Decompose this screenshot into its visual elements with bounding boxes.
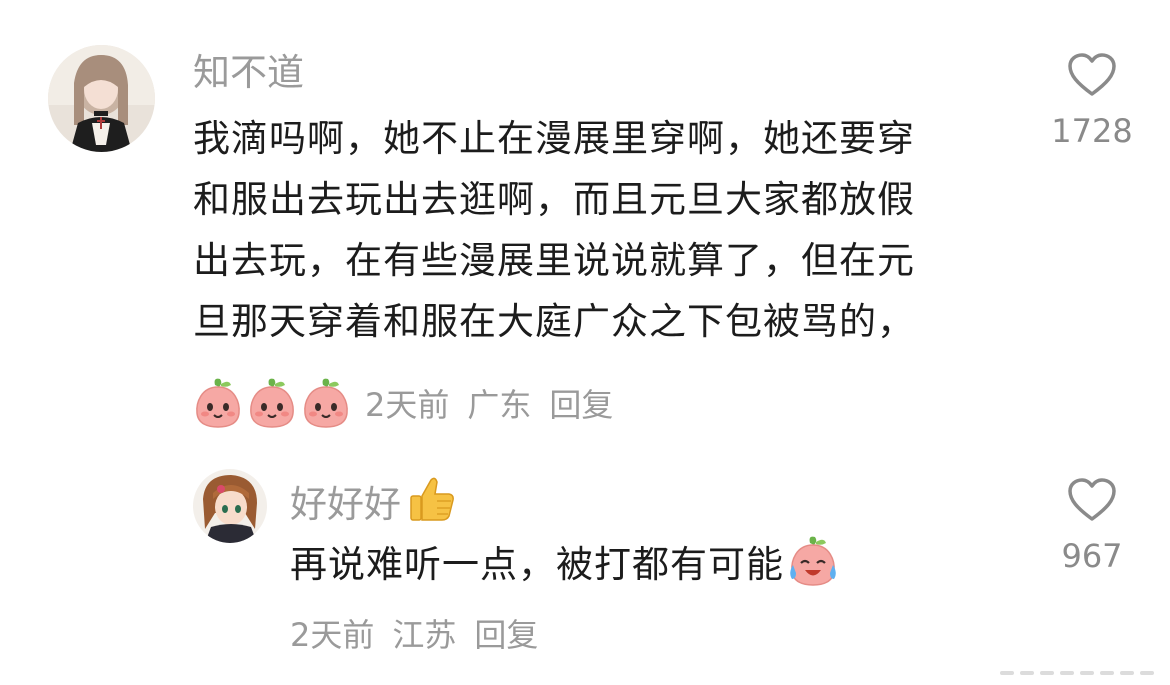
username[interactable]: 好好好	[290, 474, 457, 535]
comment-line: 和服出去玩出去逛啊，而且元旦大家都放假	[193, 178, 915, 221]
avatar[interactable]	[48, 45, 155, 152]
comment-content: 我滴吗啊，她不止在漫展里穿啊，她还要穿 和服出去玩出去逛啊，而且元旦大家都放假 …	[193, 108, 915, 352]
username[interactable]: 知不道	[193, 50, 304, 96]
like-count: 1728	[1051, 112, 1133, 150]
comment-line: 旦那天穿着和服在大庭广众之下包被骂的，	[193, 300, 915, 343]
reply-button[interactable]: 回复	[549, 380, 613, 426]
comment-meta: 2天前 广东 回复	[193, 375, 631, 431]
like-count: 967	[1061, 537, 1123, 575]
comment-time: 2天前	[290, 616, 375, 654]
like-button[interactable]: 1728	[1050, 52, 1134, 150]
comment-line: 出去玩，在有些漫展里说说就算了，但在元	[193, 239, 915, 282]
comment-text: 再说难听一点，被打都有可能	[290, 543, 784, 586]
comment-location: 广东	[467, 386, 532, 424]
heart-outline-icon	[1050, 52, 1134, 98]
like-button[interactable]: 967	[1050, 477, 1134, 575]
watermark-dots	[1000, 671, 1154, 675]
peach-face-icon	[247, 377, 297, 429]
username-text: 好好好	[290, 482, 401, 526]
comment-line: 我滴吗啊，她不止在漫展里穿啊，她还要穿	[193, 117, 915, 160]
peach-face-icon	[301, 377, 351, 429]
comment-content: 再说难听一点，被打都有可能	[290, 534, 840, 605]
peach-crying-laughing-icon	[786, 535, 840, 605]
thumbs-up-icon	[407, 474, 457, 535]
comment-meta: 2天前 江苏 回复	[290, 610, 556, 656]
comment-line: 再说难听一点，被打都有可能	[290, 534, 840, 605]
comment-location: 江苏	[392, 616, 457, 654]
peach-face-icon	[193, 377, 243, 429]
avatar[interactable]	[193, 469, 267, 543]
comment-time: 2天前	[365, 386, 450, 424]
heart-outline-icon	[1050, 477, 1134, 523]
reply-button[interactable]: 回复	[474, 610, 538, 656]
